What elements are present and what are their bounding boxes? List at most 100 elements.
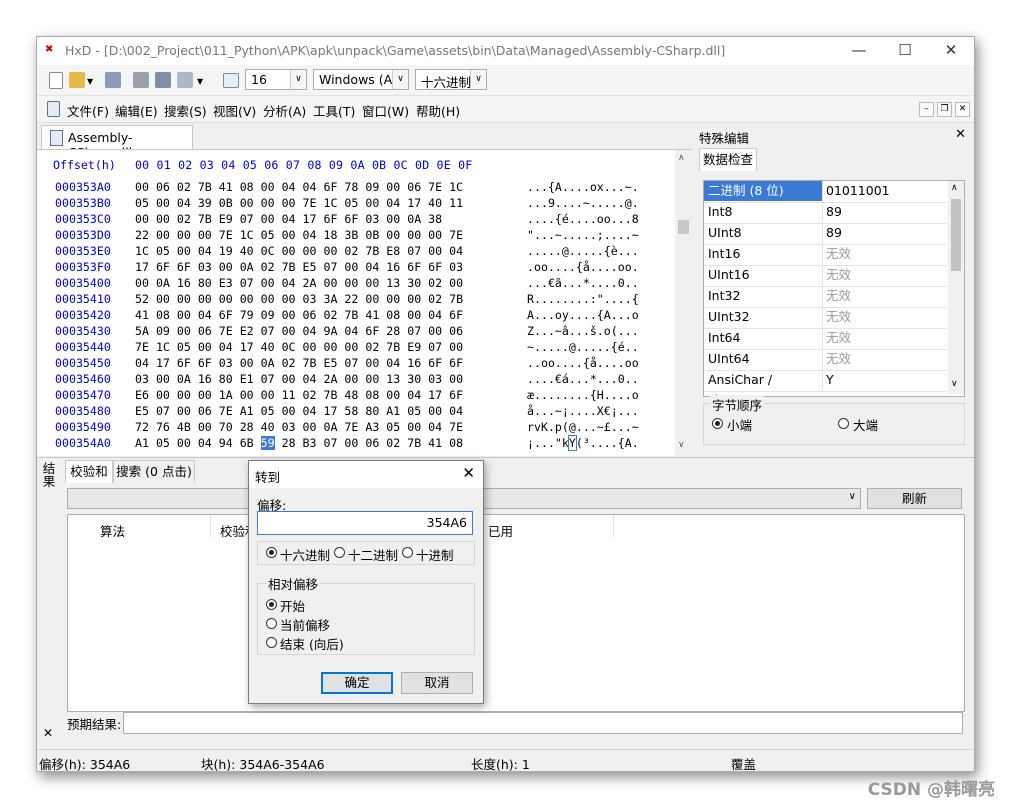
charset-select[interactable]: Windows (AN ∨ bbox=[313, 69, 409, 90]
inspector-value[interactable]: 无效 bbox=[826, 265, 851, 285]
duodecimal-radio-label[interactable]: 十二进制 bbox=[348, 545, 398, 564]
tab-checksum[interactable]: 校验和 bbox=[65, 460, 113, 483]
inspector-row[interactable]: Int16 无效 bbox=[704, 244, 947, 266]
hex-editor[interactable]: Offset(h) 00 01 02 03 04 05 06 07 08 09 … bbox=[37, 149, 692, 456]
menu-analysis[interactable]: 分析(A) bbox=[263, 101, 306, 120]
duodecimal-radio[interactable] bbox=[334, 547, 345, 558]
new-file-icon[interactable] bbox=[49, 72, 63, 89]
relative-current-label[interactable]: 当前偏移 bbox=[280, 615, 330, 634]
row-ascii[interactable]: ¡..."kY(³....{A. bbox=[527, 435, 639, 451]
scroll-thumb[interactable] bbox=[678, 220, 689, 234]
selected-byte[interactable]: 59 bbox=[260, 436, 275, 450]
expected-result-input[interactable] bbox=[123, 712, 963, 734]
inspector-row[interactable]: AnsiChar / char8_tY bbox=[704, 370, 947, 396]
inspector-value[interactable]: 无效 bbox=[826, 307, 851, 327]
maximize-button[interactable]: ☐ bbox=[882, 37, 928, 65]
mdi-minimize-button[interactable]: – bbox=[919, 102, 934, 117]
offset-base-select[interactable]: 十六进制 ∨ bbox=[415, 69, 487, 90]
row-ascii[interactable]: ...{A....ox...~. bbox=[527, 180, 639, 194]
checksum-results-grid[interactable]: 算法 校验和 已用 bbox=[67, 514, 965, 712]
scroll-down-icon[interactable]: ∨ bbox=[678, 440, 685, 450]
decimal-radio[interactable] bbox=[402, 547, 413, 558]
row-bytes[interactable]: 05 00 04 39 0B 00 00 00 7E 1C 05 00 04 1… bbox=[135, 196, 463, 210]
hex-radio-label[interactable]: 十六进制 bbox=[280, 545, 330, 564]
inspector-value[interactable]: Y bbox=[826, 370, 834, 390]
row-ascii[interactable]: .....@.....{è... bbox=[527, 244, 639, 258]
disk-dropdown-icon[interactable]: ▼ bbox=[197, 77, 203, 86]
minimize-button[interactable]: — bbox=[836, 37, 882, 65]
inspector-row[interactable]: UInt64 无效 bbox=[704, 349, 947, 371]
save-icon[interactable] bbox=[105, 72, 121, 88]
row-ascii[interactable]: rvK.p(@...~£...~ bbox=[527, 420, 639, 434]
row-bytes[interactable]: 41 08 00 04 6F 79 09 00 06 02 7B 41 08 0… bbox=[135, 308, 463, 322]
inspector-value[interactable]: 无效 bbox=[826, 349, 851, 369]
menu-help[interactable]: 帮助(H) bbox=[416, 101, 460, 120]
inspector-row[interactable]: Int32 无效 bbox=[704, 286, 947, 308]
column-algorithm[interactable]: 算法 bbox=[100, 521, 125, 540]
panel-close-button[interactable]: ✕ bbox=[955, 127, 966, 142]
dialog-close-button[interactable]: ✕ bbox=[462, 464, 475, 482]
menu-window[interactable]: 窗口(W) bbox=[362, 101, 409, 120]
inspector-row[interactable]: UInt32 无效 bbox=[704, 307, 947, 329]
hex-row[interactable]: 000353C0 00 00 02 7B E9 07 00 04 17 6F 6F… bbox=[37, 212, 692, 228]
inspector-row[interactable]: 二进制 (8 位) 01011001 bbox=[704, 181, 947, 203]
menu-file[interactable]: 文件(F) bbox=[67, 101, 109, 120]
offset-input[interactable]: 354A6 bbox=[257, 511, 473, 535]
row-bytes[interactable]: 1C 05 00 04 19 40 0C 00 00 00 02 7B E8 0… bbox=[135, 244, 463, 258]
inspector-value[interactable]: 01011001 bbox=[826, 181, 890, 201]
menu-tools[interactable]: 工具(T) bbox=[313, 101, 355, 120]
relative-current-radio[interactable] bbox=[266, 618, 277, 629]
row-ascii[interactable]: Z...~â...š.o(... bbox=[527, 324, 639, 338]
hex-row[interactable]: 000353D0 22 00 00 00 7E 1C 05 00 04 18 3B… bbox=[37, 228, 692, 244]
hex-row[interactable]: 00035410 52 00 00 00 00 00 00 00 03 3A 22… bbox=[37, 292, 692, 308]
bytes-per-row-select[interactable]: 16 ∨ bbox=[245, 69, 307, 90]
row-bytes[interactable]: E6 00 00 00 1A 00 00 11 02 7B 48 08 00 0… bbox=[135, 388, 463, 402]
inspector-value[interactable]: 无效 bbox=[826, 328, 851, 348]
inspector-row[interactable]: Int8 89 bbox=[704, 202, 947, 224]
hex-row[interactable]: 00035430 5A 09 00 06 7E E2 07 00 04 9A 04… bbox=[37, 324, 692, 340]
open-dropdown-icon[interactable]: ▼ bbox=[87, 77, 93, 86]
results-side-tab[interactable]: 结果 bbox=[39, 462, 59, 488]
row-ascii[interactable]: ...9....~.....@. bbox=[527, 196, 639, 210]
big-endian-label[interactable]: 大端 bbox=[853, 415, 878, 434]
hex-row[interactable]: 000353A0 00 06 02 7B 41 08 00 04 04 6F 78… bbox=[37, 180, 692, 196]
row-bytes[interactable]: E5 07 00 06 7E A1 05 00 04 17 58 80 A1 0… bbox=[135, 404, 463, 418]
row-ascii[interactable]: ..oo....{å....oo bbox=[527, 356, 639, 370]
hex-scrollbar[interactable]: ∧ ∨ bbox=[675, 150, 692, 456]
menu-edit[interactable]: 编辑(E) bbox=[115, 101, 158, 120]
column-used[interactable]: 已用 bbox=[488, 521, 513, 540]
hex-row[interactable]: 00035400 00 0A 16 80 E3 07 00 04 2A 00 00… bbox=[37, 276, 692, 292]
row-ascii[interactable]: "...~.....;....~ bbox=[527, 228, 639, 242]
row-ascii[interactable]: A...oy....{A...o bbox=[527, 308, 639, 322]
relative-end-label[interactable]: 结束 (向后) bbox=[280, 634, 344, 653]
inspector-value[interactable]: 89 bbox=[826, 223, 842, 243]
inspector-value[interactable]: 无效 bbox=[826, 244, 851, 264]
tab-search[interactable]: 搜索 (0 点击) bbox=[113, 460, 195, 483]
row-ascii[interactable]: .oo....{å....oo. bbox=[527, 260, 639, 274]
cancel-button[interactable]: 取消 bbox=[401, 672, 473, 694]
hex-row[interactable]: 00035440 7E 1C 05 00 04 17 40 0C 00 00 00… bbox=[37, 340, 692, 356]
inspector-row[interactable]: UInt8 89 bbox=[704, 223, 947, 245]
row-ascii[interactable]: R........:"....{ bbox=[527, 292, 639, 306]
row-bytes[interactable]: 72 76 4B 00 70 28 40 03 00 0A 7E A3 05 0… bbox=[135, 420, 463, 434]
close-button[interactable]: ✕ bbox=[928, 37, 974, 65]
status-mode[interactable]: 覆盖 bbox=[731, 754, 756, 771]
inspector-row[interactable]: Int64 无效 bbox=[704, 328, 947, 350]
hex-row[interactable]: 00035480 E5 07 00 06 7E A1 05 00 04 17 58… bbox=[37, 404, 692, 420]
scroll-down-icon[interactable]: ∨ bbox=[951, 379, 958, 389]
hex-row[interactable]: 00035420 41 08 00 04 6F 79 09 00 06 02 7B… bbox=[37, 308, 692, 324]
open-folder-icon[interactable] bbox=[69, 72, 85, 88]
little-endian-radio[interactable] bbox=[712, 418, 723, 429]
hex-radio[interactable] bbox=[266, 547, 277, 558]
row-ascii[interactable]: ....{é....oo...8 bbox=[527, 212, 639, 226]
tab-data-inspector[interactable]: 数据检查 bbox=[699, 148, 757, 171]
ok-button[interactable]: 确定 bbox=[321, 672, 393, 694]
hex-row[interactable]: 000353F0 17 6F 6F 03 00 0A 02 7B E5 07 00… bbox=[37, 260, 692, 276]
little-endian-label[interactable]: 小端 bbox=[727, 415, 752, 434]
disk-icon[interactable] bbox=[155, 72, 171, 88]
mdi-restore-button[interactable]: ❐ bbox=[937, 102, 952, 117]
inspector-scrollbar[interactable]: ∧ ∨ bbox=[948, 181, 964, 394]
relative-end-radio[interactable] bbox=[266, 637, 277, 648]
row-bytes[interactable]: A1 05 00 04 94 6B 59 28 B3 07 00 06 02 7… bbox=[135, 436, 463, 450]
hex-row[interactable]: 00035490 72 76 4B 00 70 28 40 03 00 0A 7E… bbox=[37, 420, 692, 436]
